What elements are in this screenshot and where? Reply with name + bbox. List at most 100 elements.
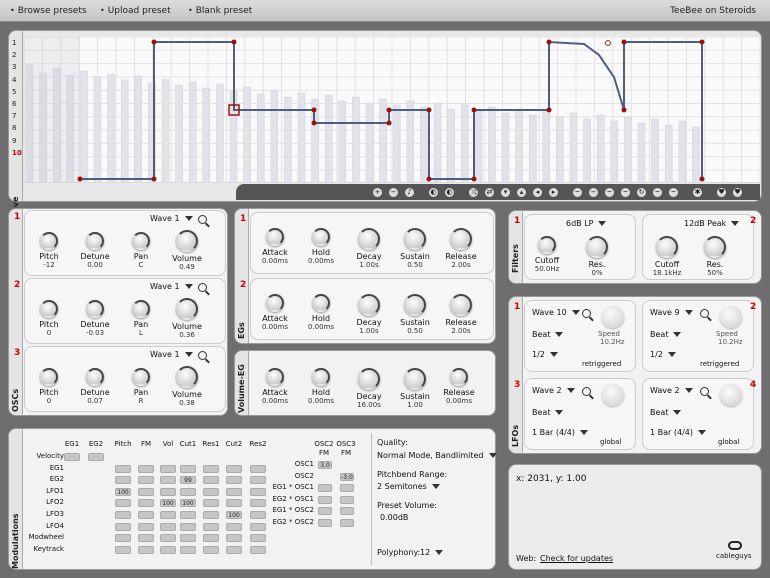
filter-res-knob[interactable] xyxy=(586,236,608,258)
mod-cell[interactable]: 100 xyxy=(180,499,196,508)
osc-pan-knob[interactable] xyxy=(132,300,150,318)
mod-cell[interactable] xyxy=(160,511,176,519)
zoom-in-icon[interactable]: + xyxy=(372,187,383,198)
filter-res-knob[interactable] xyxy=(704,236,726,258)
swap-icon[interactable]: ⇄ xyxy=(484,187,495,198)
mod-cell[interactable] xyxy=(115,511,131,519)
search-icon[interactable] xyxy=(700,387,709,396)
eg-hold-knob[interactable] xyxy=(312,294,330,312)
osc-wave-select[interactable]: Wave 1 xyxy=(150,282,193,291)
arrow-right-icon[interactable]: ▸ xyxy=(548,187,559,198)
eg-attack-knob[interactable] xyxy=(266,228,284,246)
mod-cell[interactable] xyxy=(115,522,131,531)
osc-pan-knob[interactable] xyxy=(132,368,150,386)
eg-release-knob[interactable] xyxy=(450,294,472,316)
osc-wave-select[interactable]: Wave 1 xyxy=(150,350,193,359)
mod-cell[interactable] xyxy=(138,545,154,554)
wave-icon[interactable]: ~ xyxy=(668,187,679,198)
minus-icon[interactable]: − xyxy=(588,187,599,198)
osc-detune-knob[interactable] xyxy=(86,300,104,318)
volume-eg-sustain-knob[interactable] xyxy=(404,368,426,390)
osc-mod-cell[interactable]: -3.0 xyxy=(340,472,354,481)
mod-cell[interactable] xyxy=(64,453,80,461)
osc-mod-cell[interactable] xyxy=(340,519,354,527)
mod-cell[interactable] xyxy=(203,487,219,496)
volume-eg-attack-knob[interactable] xyxy=(266,368,284,386)
osc-pitch-knob[interactable] xyxy=(40,368,58,386)
browse-presets-button[interactable]: • Browse presets xyxy=(10,6,87,16)
search-icon[interactable] xyxy=(198,215,207,224)
wave-icon[interactable]: ~ xyxy=(652,187,663,198)
mod-cell[interactable] xyxy=(115,545,131,554)
lfo-speed-knob[interactable] xyxy=(602,306,624,328)
mod-cell[interactable]: 100 xyxy=(160,499,176,508)
arrow-down-icon[interactable]: ▾ xyxy=(500,187,511,198)
osc-detune-knob[interactable] xyxy=(86,232,104,250)
mod-cell[interactable] xyxy=(203,545,219,554)
mod-cell[interactable] xyxy=(226,464,242,473)
mod-cell[interactable] xyxy=(138,464,154,473)
mod-cell[interactable] xyxy=(226,534,242,543)
blank-preset-button[interactable]: • Blank preset xyxy=(188,6,252,16)
star-icon[interactable]: ✱ xyxy=(692,187,703,198)
osc-wave-select[interactable]: Wave 1 xyxy=(150,214,193,223)
mod-cell[interactable] xyxy=(250,545,266,554)
music-icon[interactable]: ♪ xyxy=(404,187,415,198)
heart-up-icon[interactable]: ♥ xyxy=(732,187,743,198)
lfo-wave-select[interactable]: Wave 10 xyxy=(532,308,580,317)
mod-cell[interactable] xyxy=(203,522,219,531)
mod-cell[interactable] xyxy=(160,464,176,473)
osc-mod-cell[interactable] xyxy=(340,484,354,493)
eg-sustain-knob[interactable] xyxy=(404,228,426,250)
mod-cell[interactable] xyxy=(180,534,196,543)
osc-mod-cell[interactable] xyxy=(318,507,332,516)
upload-preset-button[interactable]: • Upload preset xyxy=(100,6,171,16)
lfo-mode-select[interactable]: Beat xyxy=(532,330,564,339)
mod-cell[interactable] xyxy=(138,487,154,496)
osc-pitch-knob[interactable] xyxy=(40,232,58,250)
mod-cell[interactable] xyxy=(115,464,131,473)
mod-cell[interactable] xyxy=(226,522,242,531)
check-updates-link[interactable]: Check for updates xyxy=(540,554,613,563)
filter-cutoff-knob[interactable] xyxy=(656,236,678,258)
lfo-speed-knob[interactable] xyxy=(720,306,742,328)
search-icon[interactable] xyxy=(582,309,591,318)
mod-cell[interactable] xyxy=(138,522,154,531)
osc-pan-knob[interactable] xyxy=(132,232,150,250)
osc-pitch-knob[interactable] xyxy=(40,300,58,318)
half-circle-icon[interactable]: ◐ xyxy=(444,187,455,198)
search-icon[interactable] xyxy=(582,387,591,396)
mod-cell[interactable] xyxy=(180,464,196,473)
osc-volume-knob[interactable] xyxy=(176,230,198,252)
mod-cell[interactable]: 99 xyxy=(180,476,196,485)
mod-cell[interactable]: 100 xyxy=(226,511,242,519)
mod-cell[interactable] xyxy=(226,545,242,554)
eg-hold-knob[interactable] xyxy=(312,228,330,246)
osc-mod-cell[interactable] xyxy=(318,519,332,527)
mod-cell[interactable] xyxy=(115,476,131,485)
osc-mod-cell[interactable] xyxy=(340,507,354,516)
osc-mod-cell[interactable] xyxy=(318,484,332,493)
search-icon[interactable] xyxy=(198,283,207,292)
lfo-wave-select[interactable]: Wave 2 xyxy=(650,386,693,395)
mod-cell[interactable] xyxy=(160,522,176,531)
volume-eg-hold-knob[interactable] xyxy=(312,368,330,386)
mod-cell[interactable] xyxy=(180,487,196,496)
eg-attack-knob[interactable] xyxy=(266,294,284,312)
heart-down-icon[interactable]: ♥ xyxy=(716,187,727,198)
mod-cell[interactable] xyxy=(180,545,196,554)
search-icon[interactable] xyxy=(198,351,207,360)
osc-mod-cell[interactable]: 3.0 xyxy=(318,461,332,469)
eg-decay-knob[interactable] xyxy=(358,294,380,316)
osc-volume-knob[interactable] xyxy=(176,366,198,388)
osc-detune-knob[interactable] xyxy=(86,368,104,386)
eg-sustain-knob[interactable] xyxy=(404,294,426,316)
line-icon[interactable]: ─ xyxy=(572,187,583,198)
lfo-rate-select[interactable]: 1/2 xyxy=(650,350,676,359)
mod-cell[interactable] xyxy=(138,511,154,519)
filter-cutoff-knob[interactable] xyxy=(538,236,556,254)
mod-cell[interactable] xyxy=(250,534,266,543)
osc-mod-cell[interactable] xyxy=(318,495,332,504)
mod-cell[interactable] xyxy=(160,487,176,496)
mod-cell[interactable]: 100 xyxy=(115,487,131,496)
